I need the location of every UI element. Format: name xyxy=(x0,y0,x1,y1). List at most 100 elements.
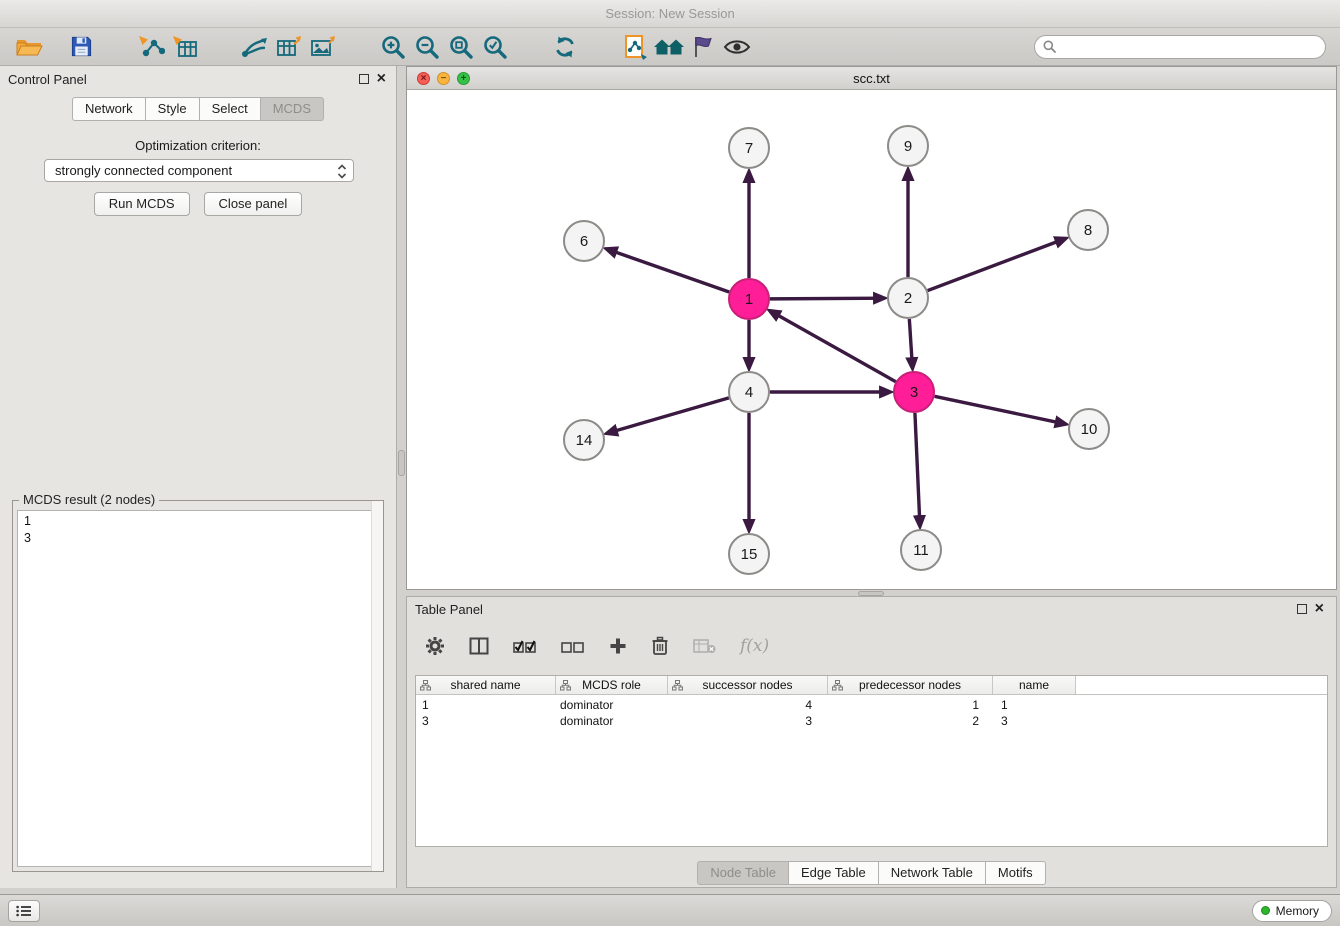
table-cell[interactable]: 2 xyxy=(828,713,993,729)
tab-edge-table[interactable]: Edge Table xyxy=(788,861,879,885)
graph-node-label-2: 2 xyxy=(904,290,912,307)
tab-select[interactable]: Select xyxy=(199,97,261,121)
tab-mcds[interactable]: MCDS xyxy=(260,97,324,121)
table-row[interactable]: 1dominator411 xyxy=(416,697,1327,713)
minimize-window-icon[interactable]: − xyxy=(437,72,450,85)
clipboard-network-icon[interactable] xyxy=(618,32,652,62)
memory-status-icon xyxy=(1261,906,1270,915)
home-icon[interactable] xyxy=(652,32,686,62)
table-cell[interactable]: 3 xyxy=(416,713,556,729)
tab-node-table[interactable]: Node Table xyxy=(697,861,789,885)
open-session-icon[interactable] xyxy=(12,32,46,62)
graph-edge-3-11[interactable] xyxy=(915,413,920,526)
delete-table-icon[interactable] xyxy=(693,638,716,654)
main-toolbar xyxy=(0,28,1340,66)
column-header-mcds-role[interactable]: MCDS role xyxy=(556,676,668,694)
zoom-in-icon[interactable] xyxy=(376,32,410,62)
graph-node-label-6: 6 xyxy=(580,233,588,250)
criterion-dropdown[interactable]: strongly connected component xyxy=(44,159,354,182)
run-mcds-button[interactable]: Run MCDS xyxy=(94,192,190,216)
import-network-icon[interactable] xyxy=(134,32,168,62)
chevron-up-down-icon xyxy=(337,163,347,183)
column-type-icon xyxy=(672,680,683,694)
column-type-icon xyxy=(420,680,431,694)
column-type-icon xyxy=(832,680,843,694)
table-cell[interactable]: 4 xyxy=(668,697,828,713)
table-cell[interactable]: 3 xyxy=(993,713,1076,729)
table-panel-title: Table Panel xyxy=(415,602,483,617)
deselect-all-columns-icon[interactable] xyxy=(561,637,585,655)
table-cell[interactable]: 1 xyxy=(993,697,1076,713)
delete-column-trash-icon[interactable] xyxy=(651,636,669,656)
zoom-window-icon[interactable]: + xyxy=(457,72,470,85)
eye-icon[interactable] xyxy=(720,32,754,62)
graph-node-label-10: 10 xyxy=(1081,421,1098,438)
create-column-icon[interactable] xyxy=(609,637,627,655)
zoom-out-icon[interactable] xyxy=(410,32,444,62)
table-cell[interactable]: 1 xyxy=(416,697,556,713)
graph-node-label-11: 11 xyxy=(913,542,929,559)
search-box xyxy=(1034,35,1326,59)
apply-layout-icon[interactable] xyxy=(548,32,582,62)
result-scrollbar[interactable] xyxy=(371,501,383,871)
close-table-panel-icon[interactable]: × xyxy=(1315,604,1324,614)
import-table-icon[interactable] xyxy=(168,32,202,62)
float-panel-icon[interactable] xyxy=(359,74,369,84)
float-table-panel-icon[interactable] xyxy=(1297,604,1307,614)
save-session-icon[interactable] xyxy=(64,32,98,62)
network-canvas[interactable]: 7968124314101511 xyxy=(407,90,1336,589)
column-header-predecessor-nodes[interactable]: predecessor nodes xyxy=(828,676,993,694)
memory-button[interactable]: Memory xyxy=(1252,900,1332,922)
table-settings-gear-icon[interactable] xyxy=(425,636,445,656)
close-window-icon[interactable]: × xyxy=(417,72,430,85)
criterion-dropdown-value: strongly connected component xyxy=(55,163,232,178)
table-cell[interactable]: dominator xyxy=(556,713,668,729)
zoom-fit-icon[interactable] xyxy=(444,32,478,62)
network-graph[interactable]: 7968124314101511 xyxy=(407,90,1336,589)
graph-edge-1-6[interactable] xyxy=(607,249,730,292)
new-network-view-icon[interactable] xyxy=(238,32,272,62)
graph-node-label-15: 15 xyxy=(741,546,758,563)
column-header-name[interactable]: name xyxy=(993,676,1076,694)
table-row[interactable]: 3dominator323 xyxy=(416,713,1327,729)
column-type-icon xyxy=(560,680,571,694)
zoom-selected-icon[interactable] xyxy=(478,32,512,62)
status-bar: Memory xyxy=(0,894,1340,926)
column-header-shared-name[interactable]: shared name xyxy=(416,676,556,694)
graph-edge-2-8[interactable] xyxy=(928,238,1066,290)
mcds-result-list[interactable]: 13 xyxy=(17,510,379,867)
graph-edge-2-3[interactable] xyxy=(909,319,912,368)
help-flag-icon[interactable] xyxy=(686,32,720,62)
table-panel-header: Table Panel × xyxy=(407,597,1336,621)
tab-network[interactable]: Network xyxy=(72,97,146,121)
table-cell[interactable]: 3 xyxy=(668,713,828,729)
table-cell[interactable]: dominator xyxy=(556,697,668,713)
vertical-splitter-handle[interactable] xyxy=(398,450,405,476)
search-input[interactable] xyxy=(1034,35,1326,59)
export-table-icon[interactable] xyxy=(272,32,306,62)
tab-network-table[interactable]: Network Table xyxy=(878,861,986,885)
column-header-successor-nodes[interactable]: successor nodes xyxy=(668,676,828,694)
function-builder-icon[interactable]: f(x) xyxy=(740,636,769,656)
tab-motifs[interactable]: Motifs xyxy=(985,861,1046,885)
session-title: Session: New Session xyxy=(605,6,734,21)
tab-style[interactable]: Style xyxy=(145,97,200,121)
task-history-button[interactable] xyxy=(8,900,40,922)
network-window-titlebar: × − + scc.txt xyxy=(407,67,1336,90)
close-panel-button[interactable]: Close panel xyxy=(204,192,303,216)
graph-edge-1-2[interactable] xyxy=(770,298,884,299)
table-panel: Table Panel × xyxy=(406,596,1337,888)
graph-node-label-8: 8 xyxy=(1084,222,1092,239)
select-all-columns-icon[interactable] xyxy=(513,637,537,655)
show-column-icon[interactable] xyxy=(469,637,489,655)
network-window-title: scc.txt xyxy=(853,71,890,86)
table-cell[interactable]: 1 xyxy=(828,697,993,713)
app-titlebar: Session: New Session xyxy=(0,0,1340,28)
graph-node-label-7: 7 xyxy=(745,140,753,157)
network-window: × − + scc.txt 7968124314101511 xyxy=(406,66,1337,590)
graph-edge-4-14[interactable] xyxy=(607,398,729,433)
graph-edge-3-1[interactable] xyxy=(770,311,896,382)
graph-edge-3-10[interactable] xyxy=(935,396,1066,424)
export-image-icon[interactable] xyxy=(306,32,340,62)
close-panel-icon[interactable]: × xyxy=(377,74,386,84)
